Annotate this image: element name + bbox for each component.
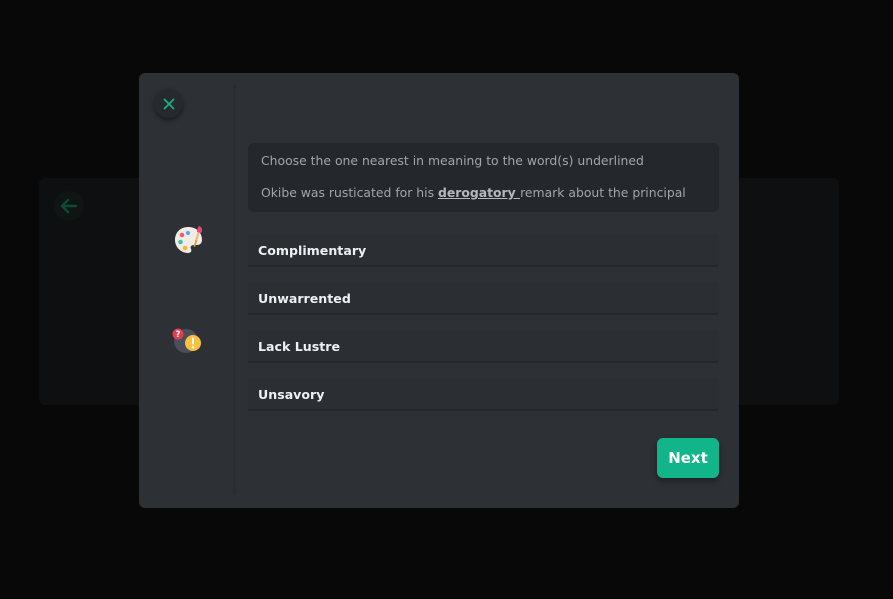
sentence-before: Okibe was rusticated for his <box>261 185 438 200</box>
option-complimentary[interactable]: Complimentary <box>248 234 719 267</box>
question-sentence: Okibe was rusticated for his derogatory … <box>261 186 706 200</box>
option-unsavory[interactable]: Unsavory <box>248 378 719 411</box>
question-exclamation-icon[interactable]: ? <box>172 325 204 357</box>
background-back-button <box>54 191 84 221</box>
close-icon <box>163 98 174 109</box>
option-unwarrented[interactable]: Unwarrented <box>248 282 719 315</box>
underlined-word: derogatory <box>437 185 521 200</box>
option-lack-lustre[interactable]: Lack Lustre <box>248 330 719 363</box>
sidebar-divider <box>233 85 236 495</box>
question-instruction: Choose the one nearest in meaning to the… <box>261 153 644 168</box>
sentence-after: remark about the principal <box>520 185 686 200</box>
question-box: Choose the one nearest in meaning to the… <box>248 143 719 212</box>
quiz-modal: ? Choose the one nearest in meaning to t… <box>139 73 739 508</box>
svg-text:?: ? <box>175 330 180 340</box>
palette-icon[interactable] <box>173 224 205 256</box>
arrow-left-icon <box>60 198 78 214</box>
next-button[interactable]: Next <box>657 438 719 478</box>
close-button[interactable] <box>154 89 183 118</box>
